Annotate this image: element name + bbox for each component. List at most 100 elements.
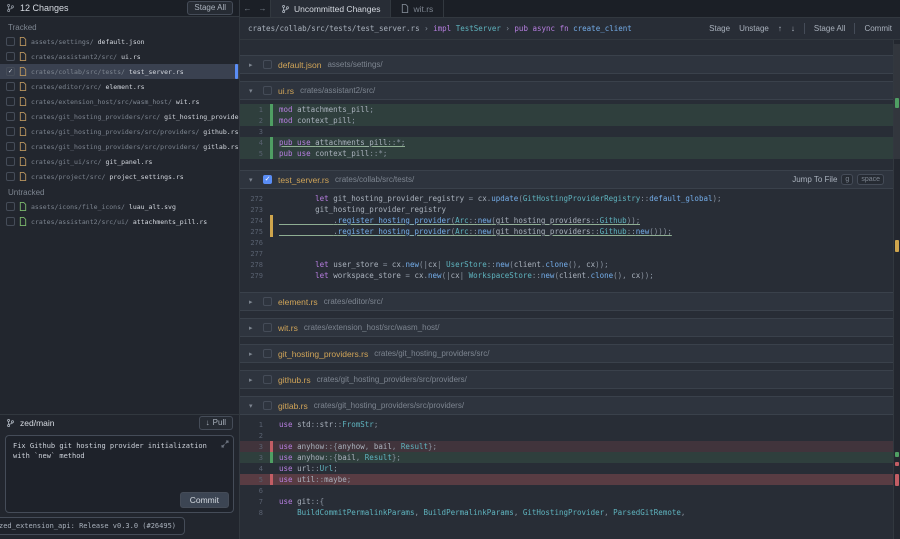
file-checkbox[interactable] [6,217,15,226]
file-entry[interactable]: assets/settings/default.json [0,34,239,49]
diff-file-header[interactable]: ▾✓test_server.rscrates/collab/src/tests/… [240,170,893,189]
file-checkbox[interactable] [6,97,15,106]
token: cx [631,271,640,280]
file-checkbox[interactable] [6,172,15,181]
code-line[interactable]: 3use anyhow::{anyhow, bail, Result}; [240,441,893,452]
nav-forward-button[interactable]: → [255,0,270,17]
code-line[interactable]: 274 .register_hosting_provider(Arc::new(… [240,215,893,226]
chevron-down-icon[interactable]: ▾ [249,176,257,184]
stage-file-checkbox[interactable] [263,349,272,358]
code-line[interactable]: 4use url::Url; [240,463,893,474]
diff-file-header[interactable]: ▾ui.rscrates/assistant2/src/ [240,81,893,100]
vertical-scrollbar[interactable] [893,40,900,539]
diff-file-header[interactable]: ▸default.jsonassets/settings/ [240,55,893,74]
code-line[interactable]: 277 [240,248,893,259]
chevron-right-icon[interactable]: ▸ [249,376,257,384]
chevron-right-icon[interactable]: ▸ [249,61,257,69]
diff-file-header[interactable]: ▸element.rscrates/editor/src/ [240,292,893,311]
stage-file-checkbox[interactable] [263,401,272,410]
code-line[interactable]: 5pub use context_pill::*; [240,148,893,159]
chevron-down-icon[interactable]: ▾ [249,402,257,410]
code-line[interactable]: 276 [240,237,893,248]
file-checkbox[interactable] [6,37,15,46]
file-entry[interactable]: crates/git_hosting_providers/src/provide… [0,139,239,154]
diff-file-header[interactable]: ▸git_hosting_providers.rscrates/git_host… [240,344,893,363]
diff-file-header[interactable]: ▾gitlab.rscrates/git_hosting_providers/s… [240,396,893,415]
commit-button[interactable]: Commit [180,492,229,508]
chevron-right-icon[interactable]: ▸ [249,324,257,332]
file-entry[interactable]: crates/project/src/project_settings.rs [0,169,239,184]
chevron-down-icon[interactable]: ▾ [249,87,257,95]
diff-lines: 272 let git_hosting_provider_registry = … [240,189,893,285]
code-line[interactable]: 2mod context_pill; [240,115,893,126]
toolbar--button[interactable]: ↑ [778,24,782,33]
code-line[interactable]: 272 let git_hosting_provider_registry = … [240,193,893,204]
file-checkbox[interactable]: ✓ [6,67,15,76]
chevron-right-icon[interactable]: ▸ [249,350,257,358]
file-entry[interactable]: crates/git_ui/src/git_panel.rs [0,154,239,169]
code-line[interactable]: 278 let user_store = cx.new(|cx| UserSto… [240,259,893,270]
code-line[interactable]: 2 [240,430,893,441]
stage-file-checkbox[interactable] [263,323,272,332]
commit-message-box[interactable]: Fix Github git hosting provider initiali… [5,435,234,513]
stage-file-checkbox[interactable] [263,86,272,95]
commit-message-input[interactable]: Fix Github git hosting provider initiali… [13,441,217,461]
file-entry[interactable]: crates/git_hosting_providers/src/git_hos… [0,109,239,124]
file-entry[interactable]: crates/editor/src/element.rs [0,79,239,94]
expand-commit-editor-icon[interactable] [221,440,229,450]
breadcrumb[interactable]: crates/collab/src/tests/test_server.rs ›… [248,24,699,33]
file-entry[interactable]: assets/icons/file_icons/luau_alt.svg [0,199,239,214]
diff-file-header[interactable]: ▸github.rscrates/git_hosting_providers/s… [240,370,893,389]
file-icon [19,52,27,61]
file-checkbox[interactable] [6,52,15,61]
code-line[interactable]: 8 BuildCommitPermalinkParams, BuildPerma… [240,507,893,518]
stage-file-checkbox[interactable] [263,60,272,69]
code-text: let workspace_store = cx.new(|cx| Worksp… [279,271,654,280]
toolbar--button[interactable]: ↓ [791,24,795,33]
stage-file-checkbox[interactable] [263,375,272,384]
tab-uncommitted-changes[interactable]: Uncommitted Changes [270,0,391,17]
file-entry[interactable]: crates/assistant2/src/ui.rs [0,49,239,64]
code-line[interactable]: 279 let workspace_store = cx.new(|cx| Wo… [240,270,893,281]
file-entry[interactable]: crates/extension_host/src/wasm_host/wit.… [0,94,239,109]
token: ParsedGitRemote [613,508,681,517]
file-checkbox[interactable] [6,82,15,91]
toolbar-stage-all-button[interactable]: Stage All [814,24,846,33]
stage-all-button[interactable]: Stage All [187,1,233,15]
toolbar-actions: Stage Unstage ↑ ↓ Stage All Commit [709,23,892,34]
jump-to-file-button[interactable]: Jump To Filegspace [792,174,884,185]
code-line[interactable]: 7use git::{ [240,496,893,507]
file-entry[interactable]: crates/assistant2/src/ui/attachments_pil… [0,214,239,229]
file-checkbox[interactable] [6,112,15,121]
nav-back-button[interactable]: ← [240,0,255,17]
stage-file-checkbox[interactable]: ✓ [263,175,272,184]
file-entry[interactable]: crates/git_hosting_providers/src/provide… [0,124,239,139]
stage-file-checkbox[interactable] [263,297,272,306]
file-checkbox[interactable] [6,127,15,136]
diff-file-path: crates/extension_host/src/wasm_host/ [304,323,440,332]
code-line[interactable]: 273 git_hosting_provider_registry [240,204,893,215]
code-line[interactable]: 1mod attachments_pill; [240,104,893,115]
file-entry[interactable]: ✓crates/collab/src/tests/test_server.rs [0,64,239,79]
code-line[interactable]: 1use std::str::FromStr; [240,419,893,430]
tab-wit-rs[interactable]: wit.rs [391,0,444,17]
code-line[interactable]: 3 [240,126,893,137]
branch-name[interactable]: zed/main [20,418,55,428]
code-line[interactable]: 4pub use attachments_pill::*; [240,137,893,148]
pull-button[interactable]: ↓ Pull [199,416,233,430]
code-line[interactable]: 6 [240,485,893,496]
chevron-right-icon[interactable]: ▸ [249,298,257,306]
code-line[interactable]: 3use anyhow::{bail, Result}; [240,452,893,463]
file-dir: assets/icons/file_icons/ [31,203,125,211]
toolbar-stage-button[interactable]: Stage [709,24,730,33]
file-checkbox[interactable] [6,202,15,211]
code-line[interactable]: 275 .register_hosting_provider(Arc::new(… [240,226,893,237]
toolbar-commit-button[interactable]: Commit [864,24,892,33]
breadcrumb-seg: create_client [573,24,632,33]
file-checkbox[interactable] [6,157,15,166]
toolbar-unstage-button[interactable]: Unstage [739,24,769,33]
diff-file-name: gitlab.rs [278,401,308,411]
code-line[interactable]: 5use util::maybe; [240,474,893,485]
file-checkbox[interactable] [6,142,15,151]
diff-file-header[interactable]: ▸wit.rscrates/extension_host/src/wasm_ho… [240,318,893,337]
